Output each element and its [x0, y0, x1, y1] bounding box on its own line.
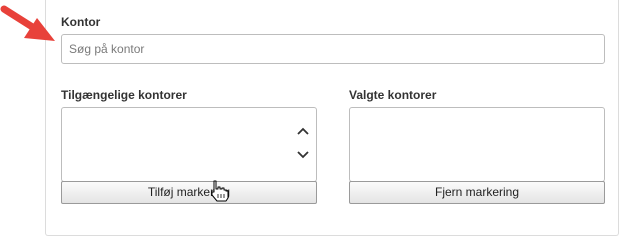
list-item[interactable] — [68, 142, 290, 154]
remove-selection-button[interactable]: Fjern markering — [349, 181, 605, 204]
red-arrow-icon — [0, 5, 55, 41]
office-label: Kontor — [61, 15, 101, 29]
list-item[interactable] — [68, 128, 290, 140]
office-search-input[interactable] — [61, 34, 605, 64]
chevron-down-icon[interactable] — [296, 148, 310, 162]
hand-cursor-icon — [211, 180, 229, 202]
available-offices-items — [68, 114, 290, 181]
list-item[interactable] — [68, 156, 290, 168]
list-item[interactable] — [68, 114, 290, 126]
selected-offices-list[interactable] — [349, 107, 605, 182]
selected-offices-label: Valgte kontorer — [349, 88, 437, 102]
chevron-up-icon[interactable] — [296, 124, 310, 138]
available-offices-label: Tilgængelige kontorer — [61, 88, 187, 102]
add-selection-button[interactable]: Tilføj markering — [61, 181, 317, 204]
available-offices-list[interactable] — [61, 107, 317, 182]
